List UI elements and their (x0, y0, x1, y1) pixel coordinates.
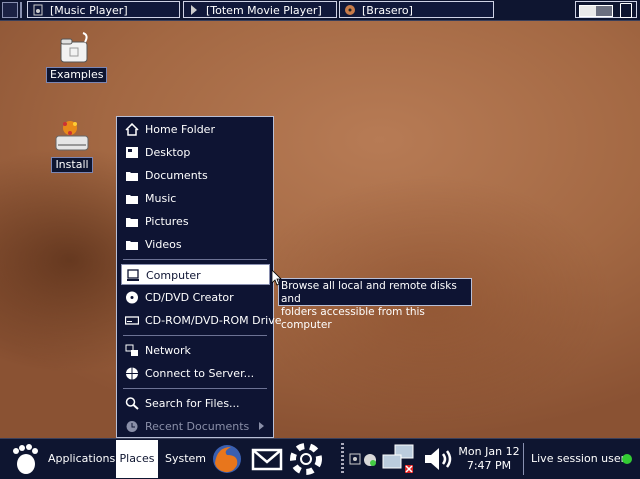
network-icon (125, 344, 138, 356)
cd-icon (126, 291, 138, 304)
show-desktop-icon[interactable] (2, 2, 18, 18)
search-icon (125, 397, 139, 410)
menu-item-documents[interactable]: Documents (121, 165, 270, 186)
desktop-icon-label: Install (51, 157, 93, 173)
server-icon (126, 367, 138, 380)
update-notifier-icon[interactable] (363, 453, 377, 467)
system-menu[interactable]: System (165, 452, 206, 465)
menu-item-cd-dvd-creator[interactable]: CD/DVD Creator (121, 287, 270, 308)
clock-time: 7:47 PM (466, 459, 512, 472)
folder-icon (126, 195, 138, 204)
taskbar-label: [Music Player] (50, 4, 128, 17)
menu-item-recent-documents[interactable]: Recent Documents (121, 416, 270, 437)
menu-item-label: Desktop (145, 146, 191, 159)
bottom-panel: Applications Places System Mon Jan 12 7:… (0, 438, 640, 479)
desktop-icon-install[interactable]: Install (48, 118, 96, 173)
tooltip-line: Browse all local and remote disks and (281, 280, 457, 305)
taskbar-brasero[interactable]: [Brasero] (339, 1, 494, 18)
install-icon (55, 121, 89, 151)
menu-separator (123, 388, 267, 389)
folder-icon (126, 218, 138, 227)
session-status-icon (622, 454, 632, 464)
menu-separator (123, 335, 267, 336)
menu-item-label: Documents (145, 169, 208, 182)
menu-item-music[interactable]: Music (121, 188, 270, 209)
menu-item-cdrom-drive[interactable]: CD-ROM/DVD-ROM Drive (121, 310, 281, 331)
menu-item-desktop[interactable]: Desktop (121, 142, 270, 163)
panel-separator (523, 443, 524, 475)
taskbar-label: [Totem Movie Player] (206, 4, 322, 17)
menu-item-label: CD-ROM/DVD-ROM Drive (145, 314, 282, 327)
panel-separator (341, 443, 344, 475)
menu-separator (123, 259, 267, 260)
volume-icon[interactable] (422, 445, 456, 473)
menu-item-label: CD/DVD Creator (145, 291, 234, 304)
home-icon (125, 123, 139, 136)
submenu-arrow-icon (259, 422, 264, 430)
clock-date: Mon Jan 12 (458, 445, 520, 458)
clock-icon (126, 421, 138, 432)
tooltip-line: folders accessible from this computer (281, 306, 425, 331)
menu-item-connect-to-server[interactable]: Connect to Server... (121, 363, 270, 384)
workspace-area (575, 1, 637, 18)
totem-icon (191, 5, 197, 15)
menu-item-label: Pictures (145, 215, 189, 228)
places-menu-button[interactable]: Places (116, 440, 158, 478)
places-menu: Home Folder Desktop Documents Music Pict… (116, 116, 281, 438)
menu-item-computer[interactable]: Computer (121, 264, 270, 285)
trash-icon[interactable] (620, 3, 632, 18)
tooltip: Browse all local and remote disks and fo… (278, 278, 472, 331)
places-label: Places (119, 452, 155, 465)
taskbar-music-player[interactable]: [Music Player] (27, 1, 180, 18)
desktop-icon (126, 147, 138, 158)
drive-icon (125, 316, 139, 325)
menu-item-label: Videos (145, 238, 182, 251)
session-user-label[interactable]: Live session user (531, 452, 625, 465)
menu-item-network[interactable]: Network (121, 340, 270, 361)
top-panel: [Music Player] [Totem Movie Player] [Bra… (0, 0, 640, 21)
menu-item-pictures[interactable]: Pictures (121, 211, 270, 232)
tray-small-icon[interactable] (349, 453, 361, 465)
panel-separator (20, 2, 22, 18)
help-lifebuoy-icon[interactable] (290, 443, 322, 475)
firefox-icon[interactable] (211, 443, 243, 475)
menu-item-label: Home Folder (145, 123, 215, 136)
computer-icon (127, 269, 139, 281)
network-manager-icon[interactable] (381, 443, 417, 475)
mail-icon[interactable] (251, 443, 283, 475)
menu-item-label: Search for Files... (145, 397, 240, 410)
menu-item-label: Network (145, 344, 191, 357)
mouse-cursor-icon (272, 270, 282, 286)
menu-item-label: Recent Documents (145, 420, 250, 433)
workspace-switcher[interactable] (579, 5, 613, 17)
menu-item-home-folder[interactable]: Home Folder (121, 119, 270, 140)
menu-item-label: Music (145, 192, 177, 205)
desktop-icon-label: Examples (46, 67, 108, 83)
folder-icon (126, 172, 138, 181)
menu-item-label: Connect to Server... (145, 367, 255, 380)
examples-folder-icon (60, 32, 88, 63)
desktop-icon-examples[interactable]: Examples (46, 30, 108, 83)
music-player-icon (33, 4, 43, 16)
taskbar-label: [Brasero] (362, 4, 413, 17)
menu-item-videos[interactable]: Videos (121, 234, 270, 255)
folder-icon (126, 241, 138, 250)
taskbar-totem-movie-player[interactable]: [Totem Movie Player] (183, 1, 337, 18)
brasero-icon (345, 5, 355, 15)
clock[interactable]: Mon Jan 12 7:47 PM (458, 445, 520, 473)
applications-menu[interactable]: Applications (48, 452, 115, 465)
menu-item-label: Computer (146, 269, 201, 282)
menu-item-search-for-files[interactable]: Search for Files... (121, 393, 270, 414)
gnome-foot-icon[interactable] (8, 443, 40, 475)
